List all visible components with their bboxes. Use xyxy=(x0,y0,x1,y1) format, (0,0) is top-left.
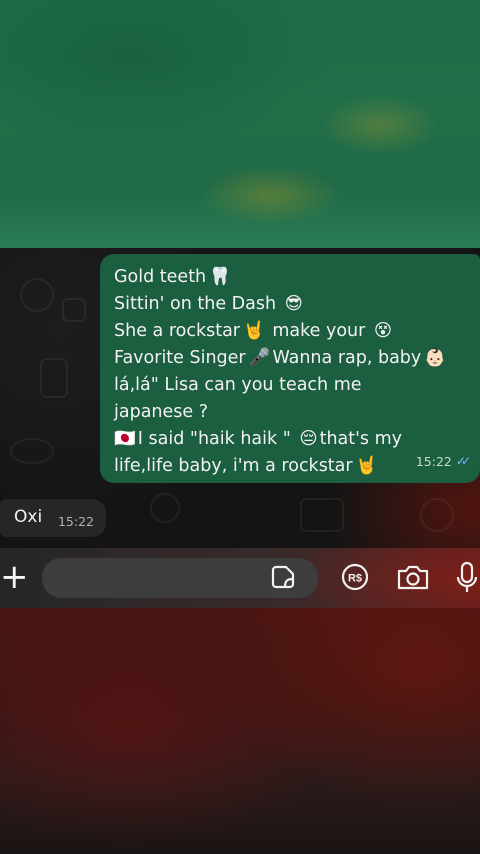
message-text: Oxi xyxy=(14,507,43,527)
message-line: Sittin' on the Dash 😎 xyxy=(114,291,468,318)
blurred-background-bottom xyxy=(0,608,480,854)
outgoing-message-bubble[interactable]: Gold teeth 🦷 Sittin' on the Dash 😎 She a … xyxy=(100,254,480,483)
wallpaper-doodle xyxy=(20,278,54,312)
read-receipt-icon: ✓✓ xyxy=(455,454,471,468)
message-line: japanese ? xyxy=(114,402,209,422)
sunglasses-emoji: 😎 xyxy=(284,294,303,314)
sticker-icon[interactable] xyxy=(271,565,295,589)
message-line: Gold teeth 🦷 xyxy=(114,264,468,291)
attach-plus-button[interactable]: + xyxy=(0,560,29,594)
dizzy-face-emoji: 😵 xyxy=(373,321,393,341)
message-line: lá,lá" Lisa can you teach me xyxy=(114,375,362,395)
screen: Gold teeth 🦷 Sittin' on the Dash 😎 She a … xyxy=(0,0,480,854)
microphone-icon[interactable] xyxy=(455,561,479,595)
microphone-emoji: 🎤 xyxy=(248,348,271,368)
incoming-message-bubble[interactable]: Oxi 15:22 xyxy=(0,499,106,537)
message-meta: 15:22 ✓✓ xyxy=(415,448,471,475)
message-line: Favorite Singer 🎤 Wanna rap, baby 👶🏻 xyxy=(114,345,468,372)
payment-label: R$ xyxy=(348,573,362,585)
wallpaper-doodle xyxy=(150,493,180,523)
wallpaper-doodle xyxy=(420,498,454,532)
japan-flag-emoji: 🇯🇵 xyxy=(114,429,136,449)
pensive-emoji: 😔 xyxy=(299,429,318,449)
rock-hand-emoji: 🤘 xyxy=(355,456,378,476)
blurred-background-top xyxy=(0,0,480,248)
chat-area[interactable]: Gold teeth 🦷 Sittin' on the Dash 😎 She a … xyxy=(0,248,480,548)
baby-emoji: 👶🏻 xyxy=(424,348,447,368)
message-time: 15:22 xyxy=(415,454,452,469)
rock-hand-emoji: 🤘 xyxy=(243,321,265,341)
payment-icon[interactable]: R$ xyxy=(341,563,369,591)
wallpaper-doodle xyxy=(300,498,344,532)
camera-icon[interactable] xyxy=(396,563,430,591)
wallpaper-doodle xyxy=(10,438,54,464)
tooth-emoji: 🦷 xyxy=(209,267,231,287)
wallpaper-doodle xyxy=(62,298,86,322)
wallpaper-doodle xyxy=(40,358,68,398)
message-composer: + R$ xyxy=(0,548,480,608)
message-line: She a rockstar 🤘 make your 😵 xyxy=(114,318,468,345)
message-time: 15:22 xyxy=(57,514,94,529)
